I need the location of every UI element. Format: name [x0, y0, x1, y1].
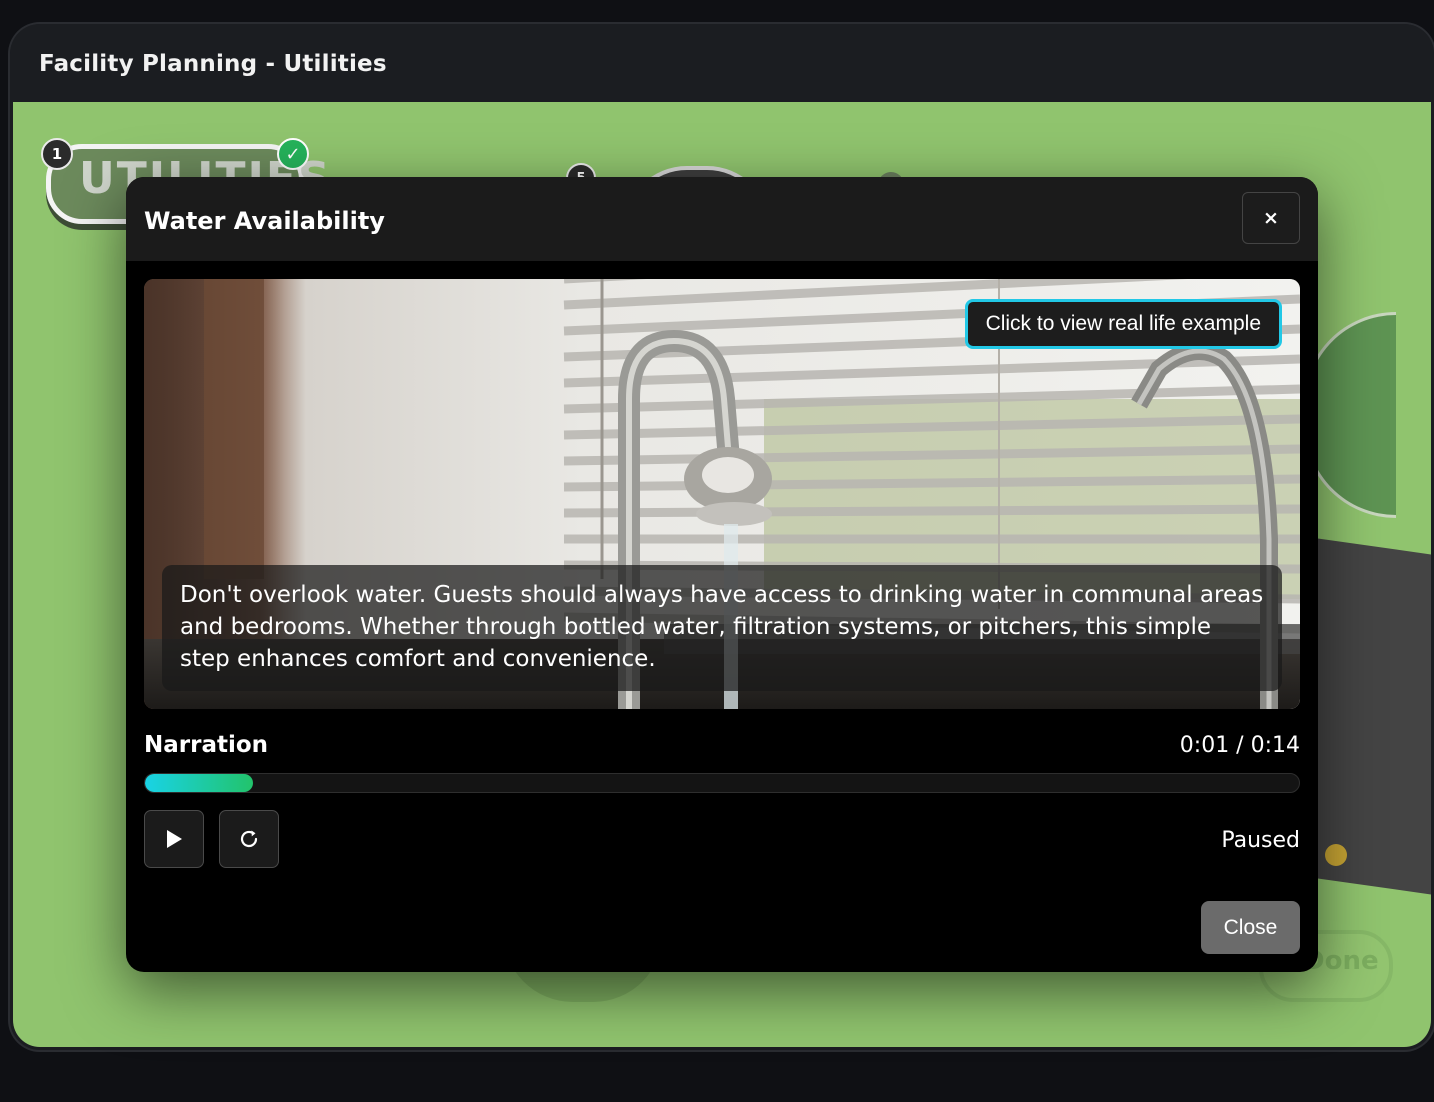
view-real-life-example-button[interactable]: Click to view real life example	[964, 299, 1282, 349]
replay-button[interactable]	[219, 810, 279, 868]
check-icon: ✓	[277, 138, 309, 170]
media-image: Click to view real life example Don't ov…	[144, 279, 1300, 709]
app-title: Facility Planning - Utilities	[39, 51, 387, 77]
close-icon[interactable]: ×	[1242, 192, 1300, 244]
narration-time: 0:01 / 0:14	[1179, 733, 1300, 758]
narration-progress-fill	[145, 774, 254, 792]
water-availability-modal: Water Availability × Click to view real …	[126, 177, 1318, 972]
scene-yellow-dot	[1325, 844, 1347, 866]
playback-status: Paused	[1221, 828, 1300, 853]
modal-header: Water Availability ×	[126, 177, 1318, 261]
step-number-badge: 1	[41, 138, 73, 170]
close-button[interactable]: Close	[1201, 901, 1300, 954]
narration-progress-bar[interactable]	[144, 773, 1300, 793]
play-icon	[167, 830, 182, 848]
play-button[interactable]	[144, 810, 204, 868]
narration-caption: Don't overlook water. Guests should alwa…	[162, 565, 1282, 691]
replay-icon	[240, 830, 258, 848]
title-bar: Facility Planning - Utilities	[10, 24, 1434, 102]
modal-title: Water Availability	[144, 207, 385, 235]
narration-label: Narration	[144, 732, 269, 758]
